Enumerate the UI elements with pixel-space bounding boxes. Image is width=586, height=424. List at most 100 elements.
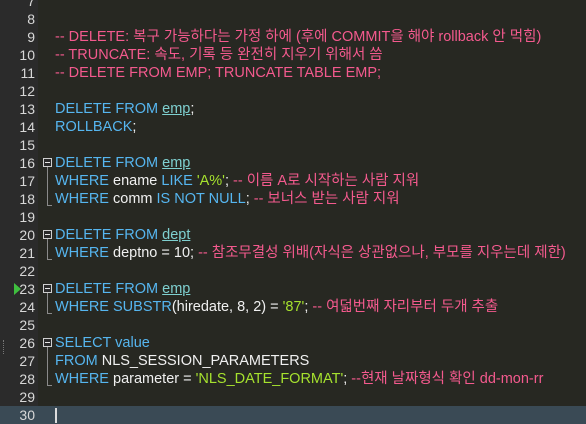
line-number: 14 <box>19 119 35 135</box>
line-number: 16 <box>19 155 35 171</box>
line-number: 17 <box>19 173 35 189</box>
token-kw: WHERE SUBSTR <box>55 299 172 315</box>
fold-guide-line <box>47 347 48 385</box>
code-text: DELETE FROM emp; <box>55 100 194 118</box>
code-line-27[interactable]: 27 FROM NLS_SESSION_PARAMETERS <box>0 352 586 370</box>
code-line-24[interactable]: 24 WHERE SUBSTR(hiredate, 8, 2) = '87'; -… <box>0 298 586 316</box>
fold-guide-line <box>47 239 48 259</box>
code-text: -- DELETE FROM EMP; TRUNCATE TABLE EMP; <box>55 64 381 82</box>
code-line-11[interactable]: 11 -- DELETE FROM EMP; TRUNCATE TABLE EMP… <box>0 64 586 82</box>
token-cm: -- 보너스 받는 사람 지워 <box>253 191 400 207</box>
code-text: DELETE FROM dept <box>55 226 190 244</box>
code-line-7[interactable]: 7 <box>0 0 586 10</box>
fold-guide-end <box>47 385 52 386</box>
line-number: 7 <box>27 0 35 9</box>
token-str: 'NLS_DATE_FORMAT' <box>195 371 344 387</box>
line-number: 20 <box>19 227 35 243</box>
fold-guide-line <box>47 293 48 313</box>
token-kw: DELETE FROM <box>55 155 163 171</box>
code-text: SELECT value <box>55 334 150 352</box>
line-number: 26 <box>19 335 35 351</box>
code-line-20[interactable]: 20 DELETE FROM dept <box>0 226 586 244</box>
code-text: WHERE parameter = 'NLS_DATE_FORMAT'; --현… <box>55 370 543 388</box>
line-number: 12 <box>19 83 35 99</box>
line-number: 10 <box>19 47 35 63</box>
line-number: 27 <box>19 353 35 369</box>
code-line-8[interactable]: 8 <box>0 10 586 28</box>
token-kw: WHERE <box>55 191 113 207</box>
execution-marker-icon <box>14 283 21 295</box>
line-number: 28 <box>19 371 35 387</box>
token-kw: ROLLBACK <box>55 119 133 135</box>
code-text: ROLLBACK; <box>55 118 136 136</box>
code-line-13[interactable]: 13 DELETE FROM emp; <box>0 100 586 118</box>
fold-collapse-icon[interactable] <box>43 230 52 239</box>
fold-guide-end <box>47 205 52 206</box>
code-line-22[interactable]: 22 <box>0 262 586 280</box>
fold-guide-end <box>47 259 52 260</box>
line-number: 22 <box>19 263 35 279</box>
line-number: 15 <box>19 137 35 153</box>
code-line-12[interactable]: 12 <box>0 82 586 100</box>
token-kw: SELECT value <box>55 335 150 351</box>
fold-collapse-icon[interactable] <box>43 284 52 293</box>
token-obj: emp <box>162 155 191 171</box>
line-number: 18 <box>19 191 35 207</box>
line-number: 24 <box>19 299 35 315</box>
code-text: WHERE SUBSTR(hiredate, 8, 2) = '87'; -- … <box>55 298 498 316</box>
token-plain: parameter = <box>113 371 196 387</box>
code-line-30[interactable]: 30 <box>0 406 586 424</box>
token-cm: -- 참조무결성 위배(자식은 상관없으나, 부모를 지우는데 제한) <box>198 245 566 261</box>
line-number: 25 <box>19 317 35 333</box>
line-number: 11 <box>20 65 35 81</box>
code-line-23[interactable]: 23 DELETE FROM emp <box>0 280 586 298</box>
line-number: 13 <box>19 101 35 117</box>
token-plain: ; <box>190 101 195 117</box>
token-obj: dept <box>162 227 191 243</box>
token-cm: -- 여덟번째 자리부터 두개 추출 <box>312 299 499 315</box>
token-plain: ; <box>132 119 137 135</box>
code-text: -- TRUNCATE: 속도, 기록 등 완전히 지우기 위해서 씀 <box>55 46 383 64</box>
line-number: 19 <box>19 209 35 225</box>
fold-collapse-icon[interactable] <box>43 338 52 347</box>
token-kw: FROM <box>55 353 102 369</box>
token-plain: comm <box>113 191 157 207</box>
code-line-18[interactable]: 18 WHERE comm IS NOT NULL; -- 보너스 받는 사람 지… <box>0 190 586 208</box>
code-line-14[interactable]: 14 ROLLBACK; <box>0 118 586 136</box>
fold-guide-end <box>47 313 52 314</box>
line-number: 21 <box>19 245 35 261</box>
token-cm: --현재 날짜형식 확인 dd-mon-rr <box>351 371 544 387</box>
code-text: DELETE FROM emp <box>55 280 190 298</box>
line-number: 9 <box>27 29 35 45</box>
code-text: WHERE deptno = 10; -- 참조무결성 위배(자식은 상관없으나… <box>55 244 566 262</box>
code-line-19[interactable]: 19 <box>0 208 586 226</box>
token-str: '87' <box>282 299 305 315</box>
sql-editor[interactable]: 7 8 9 -- DELETE: 복구 가능하다는 가정 하에 (후에 COMMIT을… <box>0 0 586 424</box>
code-line-15[interactable]: 15 <box>0 136 586 154</box>
token-kw: IS NOT NULL <box>156 191 246 207</box>
code-line-17[interactable]: 17 WHERE ename LIKE 'A%'; -- 이름 A로 시작하는 사… <box>0 172 586 190</box>
fold-guide-line <box>47 167 48 205</box>
code-line-26[interactable]: 26 SELECT value <box>0 334 586 352</box>
token-obj: emp <box>162 101 191 117</box>
line-number: 30 <box>19 407 35 423</box>
token-kw: DELETE FROM <box>55 227 163 243</box>
code-line-28[interactable]: 28 WHERE parameter = 'NLS_DATE_FORMAT'; -… <box>0 370 586 388</box>
token-kw: WHERE <box>55 173 113 189</box>
token-cm: -- DELETE: 복구 가능하다는 가정 하에 (후에 COMMIT을 해야… <box>55 29 542 45</box>
code-line-16[interactable]: 16 DELETE FROM emp <box>0 154 586 172</box>
code-text: -- DELETE: 복구 가능하다는 가정 하에 (후에 COMMIT을 해야… <box>55 28 541 46</box>
code-line-9[interactable]: 9 -- DELETE: 복구 가능하다는 가정 하에 (후에 COMMIT을 해… <box>0 28 586 46</box>
token-kw: LIKE <box>161 173 197 189</box>
code-text: FROM NLS_SESSION_PARAMETERS <box>55 352 309 370</box>
code-line-10[interactable]: 10 -- TRUNCATE: 속도, 기록 등 완전히 지우기 위해서 씀 <box>0 46 586 64</box>
code-line-25[interactable]: 25 <box>0 316 586 334</box>
code-text: DELETE FROM emp <box>55 154 190 172</box>
code-line-21[interactable]: 21 WHERE deptno = 10; -- 참조무결성 위배(자식은 상관없… <box>0 244 586 262</box>
token-plain: deptno = 10; <box>113 245 199 261</box>
code-text: WHERE ename LIKE 'A%'; -- 이름 A로 시작하는 사람 … <box>55 172 419 190</box>
line-number: 29 <box>19 389 35 405</box>
code-line-29[interactable]: 29 <box>0 388 586 406</box>
token-kw: WHERE <box>55 245 113 261</box>
fold-collapse-icon[interactable] <box>43 158 52 167</box>
